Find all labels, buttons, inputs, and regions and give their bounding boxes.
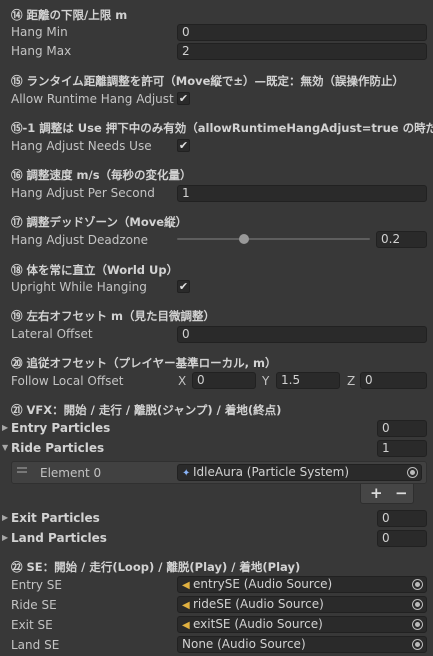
land-se-label: Land SE — [11, 638, 60, 652]
exit-se-label: Exit SE — [11, 618, 53, 632]
entry-particles-size-field[interactable]: 0 — [377, 420, 427, 437]
slider-track — [177, 238, 370, 240]
hang-min-field[interactable]: 0 — [177, 24, 427, 41]
land-particles-label[interactable]: Land Particles — [11, 531, 107, 545]
ride-particles-size-field[interactable]: 1 — [377, 440, 427, 457]
particle-system-icon: ✦ — [182, 468, 191, 479]
allow-runtime-hang-adjust-label: Allow Runtime Hang Adjust — [11, 92, 174, 106]
entry-se-label: Entry SE — [11, 578, 62, 592]
entry-particles-label[interactable]: Entry Particles — [11, 421, 110, 435]
hang-max-label: Hang Max — [11, 44, 72, 58]
audio-source-icon: ◀ — [182, 580, 190, 591]
object-picker-icon[interactable] — [412, 639, 423, 650]
section-header-lateral-offset: ⑲ 左右オフセット m（見た目微調整） — [11, 309, 215, 323]
ride-se-label: Ride SE — [11, 598, 57, 612]
hang-adjust-needs-use-checkbox[interactable]: ✔ — [177, 139, 190, 152]
follow-offset-z-field[interactable]: 0 — [360, 372, 427, 389]
exit-particles-foldout-icon[interactable]: ▶ — [2, 513, 8, 522]
exit-particles-label[interactable]: Exit Particles — [11, 511, 100, 525]
follow-local-offset-label: Follow Local Offset — [11, 374, 124, 388]
object-picker-icon[interactable] — [412, 579, 423, 590]
land-se-object-field[interactable]: None (Audio Source) — [177, 636, 427, 653]
ride-particles-element-0: Element 0 ✦ IdleAura (Particle System) — [11, 461, 427, 484]
exit-se-object-field[interactable]: ◀ exitSE (Audio Source) — [177, 616, 427, 633]
hang-adjust-per-second-field[interactable]: 1 — [177, 185, 427, 202]
follow-offset-x-label: X — [178, 374, 187, 388]
land-particles-foldout-icon[interactable]: ▶ — [2, 533, 8, 542]
exit-particles-size-field[interactable]: 0 — [377, 510, 427, 527]
follow-offset-y-field[interactable]: 1.5 — [276, 372, 340, 389]
object-picker-icon[interactable] — [412, 619, 423, 630]
drag-handle-icon[interactable] — [17, 467, 27, 469]
section-header-follow-offset: ⑳ 追従オフセット（プレイヤー基準ローカル, m） — [11, 356, 277, 370]
hang-adjust-deadzone-field[interactable]: 0.2 — [376, 231, 427, 248]
ride-se-object-field[interactable]: ◀ rideSE (Audio Source) — [177, 596, 427, 613]
section-header-se: ㉒ SE：開始 / 走行(Loop) / 離脱(Play) / 着地(Play) — [11, 560, 301, 574]
follow-offset-x-field[interactable]: 0 — [192, 372, 256, 389]
list-add-remove-footer: + − — [360, 484, 414, 504]
entry-se-object-field[interactable]: ◀ entrySE (Audio Source) — [177, 576, 427, 593]
lateral-offset-label: Lateral Offset — [11, 327, 93, 341]
audio-source-icon: ◀ — [182, 600, 190, 611]
section-header-hang-range: ⑭ 距離の下限/上限 m — [11, 8, 128, 22]
section-header-upright: ⑱ 体を常に直立（World Up） — [11, 263, 179, 277]
section-header-adjust-needs-use: ⑮-1 調整は Use 押下中のみ有効（allowRuntimeHangAdju… — [11, 121, 433, 135]
upright-while-hanging-label: Upright While Hanging — [11, 280, 147, 294]
element-0-object-field[interactable]: ✦ IdleAura (Particle System) — [177, 464, 422, 481]
hang-adjust-per-second-label: Hang Adjust Per Second — [11, 186, 155, 200]
object-picker-icon[interactable] — [407, 467, 418, 478]
section-header-runtime-adjust: ⑮ ランタイム距離調整を許可（Move縦で±）—既定：無効（誤操作防止） — [11, 74, 405, 88]
add-element-button[interactable]: + — [370, 484, 383, 502]
follow-offset-z-label: Z — [347, 374, 356, 388]
section-header-deadzone: ⑰ 調整デッドゾーン（Move縦） — [11, 215, 188, 229]
remove-element-button[interactable]: − — [395, 484, 408, 502]
ride-particles-label[interactable]: Ride Particles — [11, 441, 104, 455]
entry-particles-foldout-icon[interactable]: ▶ — [2, 423, 8, 432]
audio-source-icon: ◀ — [182, 620, 190, 631]
section-header-adjust-speed: ⑯ 調整速度 m/s（毎秒の変化量） — [11, 168, 192, 182]
hang-adjust-needs-use-label: Hang Adjust Needs Use — [11, 139, 152, 153]
section-header-vfx: ㉑ VFX：開始 / 走行 / 離脱(ジャンプ) / 着地(終点) — [11, 403, 282, 417]
ride-particles-foldout-icon[interactable]: ▼ — [2, 443, 8, 452]
hang-adjust-deadzone-slider[interactable] — [177, 232, 370, 246]
hang-min-label: Hang Min — [11, 25, 68, 39]
land-particles-size-field[interactable]: 0 — [377, 530, 427, 547]
lateral-offset-field[interactable]: 0 — [177, 326, 427, 343]
hang-adjust-deadzone-label: Hang Adjust Deadzone — [11, 233, 148, 247]
upright-while-hanging-checkbox[interactable]: ✔ — [177, 280, 190, 293]
slider-thumb[interactable] — [239, 234, 250, 244]
allow-runtime-hang-adjust-checkbox[interactable]: ✔ — [177, 92, 190, 105]
object-picker-icon[interactable] — [412, 599, 423, 610]
element-0-label: Element 0 — [40, 466, 102, 480]
hang-max-field[interactable]: 2 — [177, 43, 427, 60]
follow-offset-y-label: Y — [262, 374, 270, 388]
